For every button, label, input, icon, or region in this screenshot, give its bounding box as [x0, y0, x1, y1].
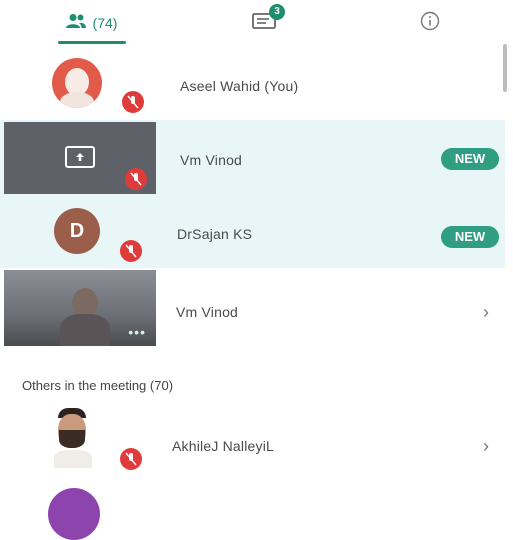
new-badge: NEW [441, 148, 499, 170]
info-icon [420, 11, 440, 36]
people-icon [65, 13, 87, 34]
participant-count: (74) [92, 15, 118, 31]
avatar [50, 408, 96, 468]
new-badge: NEW [441, 226, 499, 248]
participant-row[interactable]: Aseel Wahid (You) [0, 46, 505, 120]
more-options-icon[interactable]: ••• [128, 324, 146, 340]
avatar [48, 488, 100, 540]
mic-off-icon [120, 448, 142, 470]
mic-off-icon [122, 91, 144, 113]
tab-people[interactable]: (74) [55, 0, 127, 46]
participant-name: Vm Vinod [176, 304, 239, 320]
participant-row[interactable]: AkhileJ NalleyiL › [0, 400, 505, 480]
chevron-right-icon[interactable]: › [483, 302, 489, 323]
video-tile: ••• [4, 270, 156, 346]
avatar: D [54, 208, 100, 254]
participant-row[interactable]: D DrSajan KS NEW [0, 196, 505, 268]
participant-name: DrSajan KS [177, 226, 253, 242]
avatar [52, 58, 102, 108]
screen-share-icon [65, 146, 95, 168]
participant-name: Vm Vinod [180, 152, 243, 168]
participant-name: Aseel Wahid (You) [180, 78, 299, 94]
mic-off-icon [120, 240, 142, 262]
participant-row[interactable]: ••• Vm Vinod › [0, 268, 505, 348]
tab-chat[interactable]: 3 [236, 0, 292, 46]
mic-off-icon [125, 168, 147, 190]
chat-unread-badge: 3 [269, 4, 285, 20]
tab-info[interactable] [410, 0, 450, 46]
tab-bar: (74) 3 [0, 0, 513, 46]
chevron-right-icon[interactable]: › [483, 436, 489, 457]
participant-row[interactable]: Vm Vinod NEW [0, 120, 505, 196]
active-tab-indicator [58, 41, 126, 44]
section-label: Others in the meeting (70) [22, 378, 174, 393]
participant-name: AkhileJ NalleyiL [172, 438, 275, 454]
